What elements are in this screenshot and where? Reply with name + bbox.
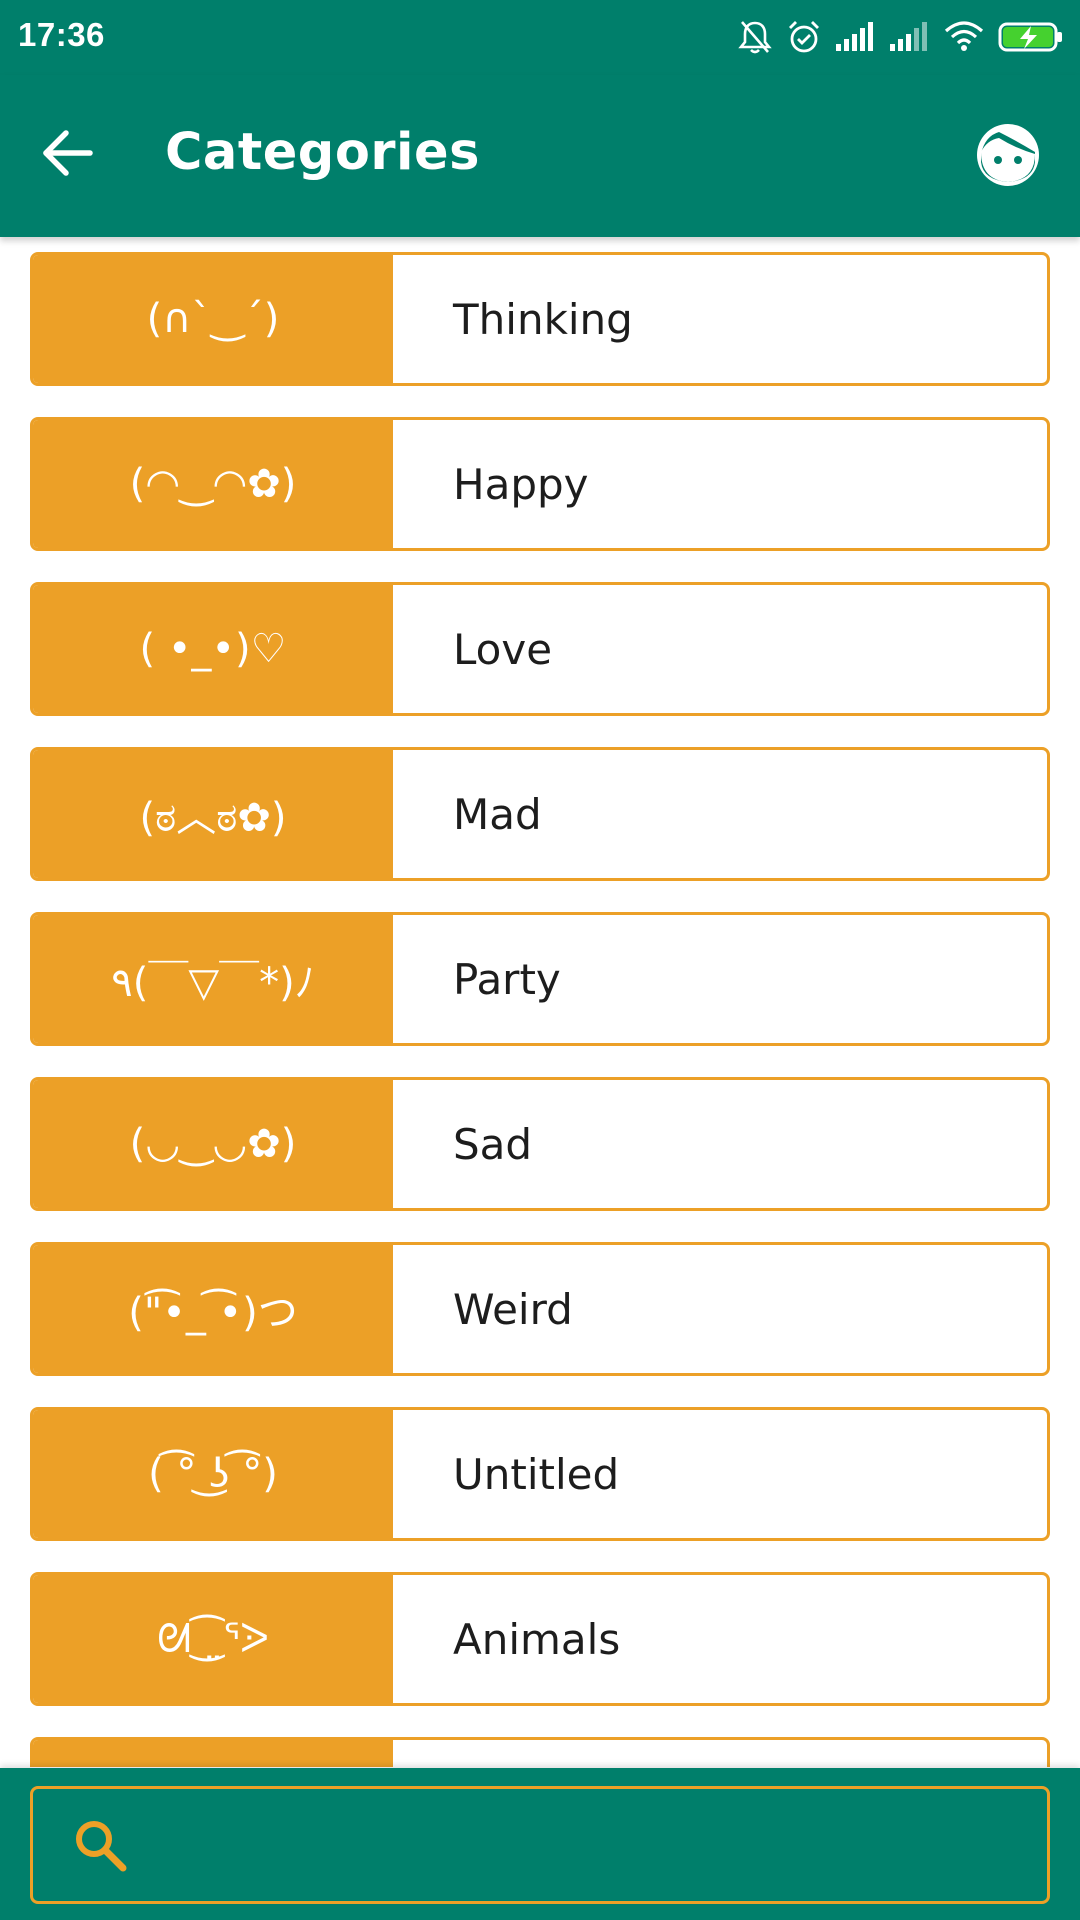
kaomoji-badge: (ಠ︿ಠ✿) [33, 750, 393, 878]
app-bar: Categories [0, 75, 1080, 237]
category-item-partial[interactable] [30, 1737, 1050, 1767]
kaomoji-badge: (◠‿◠✿) [33, 420, 393, 548]
status-bar: 17:36 [0, 0, 1080, 75]
signal-icon [890, 22, 930, 52]
category-label [393, 1740, 1047, 1767]
status-time: 17:36 [18, 16, 105, 53]
category-item-love[interactable]: ( •_•)♡ Love [30, 582, 1050, 716]
category-label: Love [453, 624, 553, 674]
signal-icon [836, 22, 876, 52]
page-title: Categories [165, 123, 480, 182]
category-label: Happy [453, 459, 589, 509]
category-label: Mad [453, 789, 542, 839]
kaomoji-badge: ("͡•_ ͡•)つ [33, 1245, 393, 1373]
kaomoji-badge: ᘛ⁐̤ᕐᐷ [33, 1575, 393, 1703]
category-item-happy[interactable]: (◠‿◠✿) Happy [30, 417, 1050, 551]
category-item-thinking[interactable]: (∩`‿´) Thinking [30, 252, 1050, 386]
alarm-icon [786, 19, 822, 55]
bell-muted-icon [738, 19, 772, 55]
category-item-mad[interactable]: (ಠ︿ಠ✿) Mad [30, 747, 1050, 881]
kaomoji-badge: (∩`‿´) [33, 255, 393, 383]
kaomoji-badge: ٩(￣▽￣*)ﾉ [33, 915, 393, 1043]
screen: 17:36 Categories (∩`‿´) Thinking (◠‿◠✿) … [0, 0, 1080, 1920]
kaomoji-badge: ( ͡° ͜ʖ ͡°) [33, 1410, 393, 1538]
back-button[interactable] [28, 115, 108, 195]
kaomoji-badge: (◡‿◡✿) [33, 1080, 393, 1208]
category-label: Weird [453, 1284, 573, 1334]
kaomoji-badge: ( •_•)♡ [33, 585, 393, 713]
face-icon [975, 122, 1041, 192]
wifi-icon [944, 21, 984, 53]
search-field[interactable] [30, 1786, 1050, 1904]
category-item-sad[interactable]: (◡‿◡✿) Sad [30, 1077, 1050, 1211]
battery-charging-icon [998, 21, 1064, 53]
category-label: Sad [453, 1119, 533, 1169]
status-icons [738, 14, 1064, 60]
search-icon [69, 1814, 131, 1876]
category-item-animals[interactable]: ᘛ⁐̤ᕐᐷ Animals [30, 1572, 1050, 1706]
category-item-untitled[interactable]: ( ͡° ͜ʖ ͡°) Untitled [30, 1407, 1050, 1541]
category-label: Party [453, 954, 561, 1004]
category-item-weird[interactable]: ("͡•_ ͡•)つ Weird [30, 1242, 1050, 1376]
category-list[interactable]: (∩`‿´) Thinking (◠‿◠✿) Happy ( •_•)♡ Lov… [0, 237, 1080, 1767]
category-label: Thinking [453, 294, 633, 344]
bottom-search-bar [0, 1768, 1080, 1920]
category-label: Animals [453, 1614, 621, 1664]
face-button[interactable] [966, 115, 1050, 199]
kaomoji-badge [33, 1740, 393, 1767]
category-item-party[interactable]: ٩(￣▽￣*)ﾉ Party [30, 912, 1050, 1046]
category-label: Untitled [453, 1449, 620, 1499]
arrow-left-icon [42, 129, 94, 181]
search-input[interactable] [151, 1788, 1027, 1902]
